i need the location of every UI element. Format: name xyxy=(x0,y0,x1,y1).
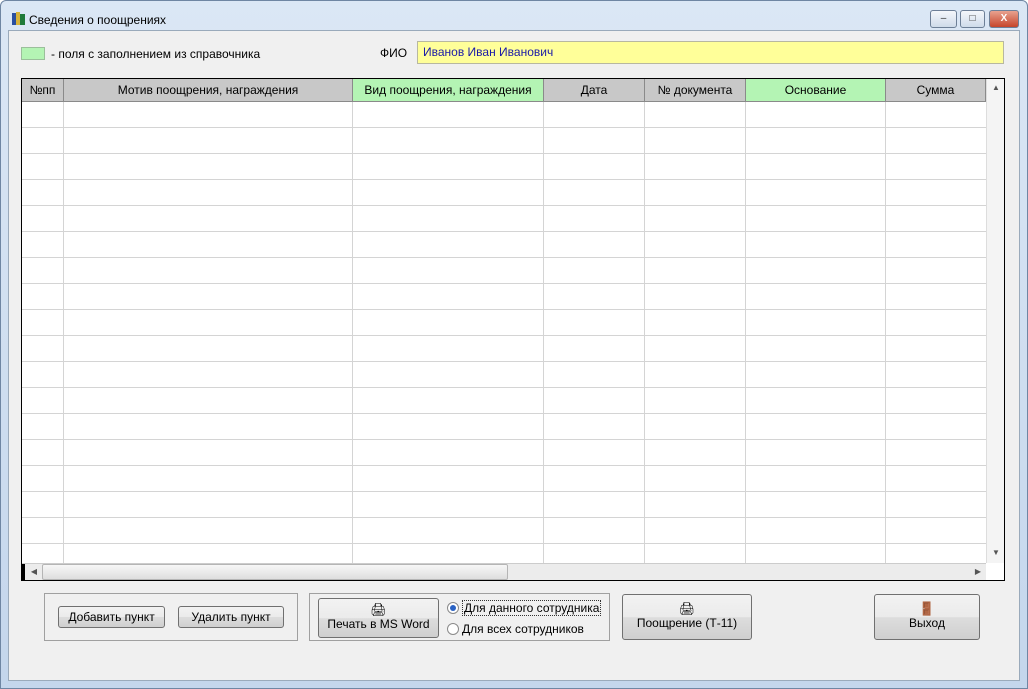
legend-text: - поля с заполнением из справочника xyxy=(51,47,261,61)
grid-row-line xyxy=(22,283,986,284)
printer-icon: 🖨 xyxy=(370,602,387,617)
print-word-button[interactable]: 🖨 Печать в MS Word xyxy=(318,598,439,638)
column-header-award-type[interactable]: Вид поощрения, награждения xyxy=(353,79,544,102)
exit-button[interactable]: 🚪 Выход xyxy=(874,594,980,640)
award-t11-label: Поощрение (Т-11) xyxy=(636,616,738,630)
exit-door-icon: 🚪 xyxy=(918,601,936,616)
printer-icon: 🖨 xyxy=(678,601,696,616)
column-header-motive[interactable]: Мотив поощрения, награждения xyxy=(64,79,353,102)
radio-selected-icon[interactable] xyxy=(447,602,459,614)
horizontal-scroll-thumb[interactable] xyxy=(42,564,508,580)
grid-row-line xyxy=(22,517,986,518)
print-word-label: Печать в MS Word xyxy=(327,617,430,631)
grid-column-line xyxy=(745,102,746,564)
close-button[interactable]: X xyxy=(989,10,1019,28)
grid-row-line xyxy=(22,439,986,440)
scroll-down-icon[interactable]: ▼ xyxy=(988,545,1004,561)
grid-row-line xyxy=(22,153,986,154)
grid-row-line xyxy=(22,309,986,310)
horizontal-scrollbar[interactable]: ◀ ▶ xyxy=(22,563,986,580)
scroll-right-icon[interactable]: ▶ xyxy=(970,564,986,580)
add-item-button[interactable]: Добавить пункт xyxy=(58,606,165,628)
award-t11-button[interactable]: 🖨 Поощрение (Т-11) xyxy=(622,594,752,640)
grid-row-line xyxy=(22,543,986,544)
column-header-date[interactable]: Дата xyxy=(544,79,645,102)
column-header-doc-number[interactable]: № документа xyxy=(645,79,746,102)
column-header-sum[interactable]: Сумма xyxy=(886,79,986,102)
grid-row-line xyxy=(22,335,986,336)
fio-field[interactable]: Иванов Иван Иванович xyxy=(417,41,1004,64)
grid-column-line xyxy=(543,102,544,564)
grid-column-line xyxy=(63,102,64,564)
grid-row-line xyxy=(22,387,986,388)
maximize-button[interactable]: □ xyxy=(960,10,985,28)
minimize-button[interactable]: – xyxy=(930,10,957,28)
legend-swatch xyxy=(21,47,45,60)
grid-row-line xyxy=(22,491,986,492)
column-header-number[interactable]: №пп xyxy=(22,79,64,102)
grid-column-line xyxy=(885,102,886,564)
awards-table[interactable]: №пп Мотив поощрения, награждения Вид поо… xyxy=(21,78,1005,581)
grid-column-line xyxy=(352,102,353,564)
grid-row-line xyxy=(22,231,986,232)
grid-row-line xyxy=(22,413,986,414)
radio-unselected-icon[interactable] xyxy=(447,623,459,635)
grid-column-line xyxy=(644,102,645,564)
grid-row-line xyxy=(22,465,986,466)
grid-row-line xyxy=(22,127,986,128)
grid-row-line xyxy=(22,361,986,362)
radio-this-employee[interactable]: Для данного сотрудника xyxy=(447,600,602,616)
scroll-left-icon[interactable]: ◀ xyxy=(26,564,42,580)
vertical-scrollbar[interactable]: ▲ ▼ xyxy=(986,79,1004,563)
grid-row-line xyxy=(22,257,986,258)
exit-label: Выход xyxy=(909,616,945,630)
column-header-basis[interactable]: Основание xyxy=(746,79,886,102)
delete-item-button[interactable]: Удалить пункт xyxy=(178,606,284,628)
radio-all-employees[interactable]: Для всех сотрудников xyxy=(447,622,584,636)
grid-row-line xyxy=(22,205,986,206)
fio-label: ФИО xyxy=(380,46,408,60)
scroll-up-icon[interactable]: ▲ xyxy=(988,80,1004,96)
books-icon xyxy=(12,12,25,25)
window-title: Сведения о поощрениях xyxy=(29,13,167,27)
grid-row-line xyxy=(22,179,986,180)
